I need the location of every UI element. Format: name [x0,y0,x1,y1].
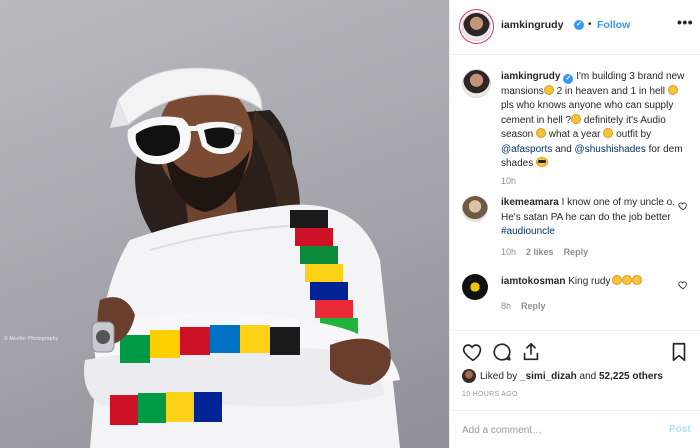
man-in-white-outfit-image [84,67,401,448]
commenter-avatar[interactable] [462,274,488,300]
liked-by-prefix: Liked by [480,371,521,382]
caption-text: iamkingrudy ✓ I'm building 3 brand new ma… [501,70,691,172]
more-options-icon[interactable]: ••• [677,14,693,30]
author-avatar[interactable] [462,12,491,41]
instagram-post: © Moofer Photography iamkingrudy ✓ • Fol… [0,0,700,448]
comment-bubble-icon[interactable] [491,341,513,363]
post-actions: Liked by _simi_dizah and 52,225 others 1… [450,330,700,410]
share-icon[interactable] [520,341,542,363]
post-timestamp[interactable]: 10 HOURS AGO [462,391,518,398]
verified-badge-icon: ✓ [574,20,584,30]
grinning-sweat-emoji-icon [543,84,554,95]
reply-button[interactable]: Reply [521,301,546,311]
post-header: iamkingrudy ✓ • Follow ••• [450,0,700,55]
comment-time: 8h [501,301,512,311]
add-comment-bar: Post [450,410,700,448]
comment-username[interactable]: ikemeamara [501,197,559,208]
rolling-laughing-emoji-icon [536,128,547,138]
comments-section: iamkingrudy ✓ I'm building 3 brand new ma… [450,55,700,330]
comment-likes-button[interactable]: 2 likes [526,247,554,257]
clapping-hands-emoji-icon [631,275,642,285]
hashtag-link[interactable]: #audiouncle [501,226,555,237]
comment-body: King rudy [565,276,611,287]
liked-by-user-link[interactable]: _simi_dizah [520,371,577,382]
comment-text: ikemeamara I know one of my uncle o. He'… [501,196,691,240]
post-side-panel: iamkingrudy ✓ • Follow ••• iamkingrudy ✓ … [449,0,700,448]
caption-segment: 2 in heaven and 1 in hell [553,85,668,97]
commenter-avatar[interactable] [462,196,488,222]
follow-button[interactable]: Follow [597,19,630,31]
caption-author-avatar[interactable] [462,69,491,98]
comment-text: iamtokosman King rudy [501,275,691,290]
caption-segment: what a year [546,129,604,140]
liked-by-and: and [576,371,599,382]
header-separator: • [588,19,592,30]
caption-time: 10h [501,176,517,186]
laughing-emoji-icon [571,113,582,124]
mention-afasports-link[interactable]: @afasports [501,144,552,155]
clapping-hands-emoji-icon [621,275,632,285]
likes-summary: Liked by _simi_dizah and 52,225 others [462,369,663,383]
comment-username[interactable]: iamtokosman [501,276,565,287]
reply-button[interactable]: Reply [564,247,589,257]
verified-badge-icon: ✓ [563,74,574,84]
post-photo[interactable]: © Moofer Photography [0,0,449,448]
comment-meta: 8h Reply [501,301,546,311]
like-comment-heart-icon[interactable] [678,280,688,290]
comment-input[interactable] [462,419,652,441]
author-username[interactable]: iamkingrudy [501,19,563,31]
comment-meta: 10h 2 likes Reply [501,247,588,257]
smiling-emoji-icon [667,84,678,95]
bookmark-icon[interactable] [668,341,690,363]
sunglasses-emoji-icon [536,157,549,167]
clapping-hands-emoji-icon [611,275,622,285]
like-heart-icon[interactable] [462,341,484,363]
caption-username[interactable]: iamkingrudy [501,71,560,82]
caption-segment: and [552,143,575,155]
photo-watermark: © Moofer Photography [4,336,59,342]
comment-time: 10h [501,247,517,257]
caption-segment: outfit by [613,129,652,140]
post-comment-button[interactable]: Post [669,424,691,435]
caption-meta: 10h [501,176,516,186]
grinning-emoji-icon [603,128,614,138]
likes-count-link[interactable]: 52,225 others [599,371,663,382]
mention-shushishades-link[interactable]: @shushishades [575,144,646,155]
like-comment-heart-icon[interactable] [678,201,688,211]
liker-avatar[interactable] [462,369,476,383]
